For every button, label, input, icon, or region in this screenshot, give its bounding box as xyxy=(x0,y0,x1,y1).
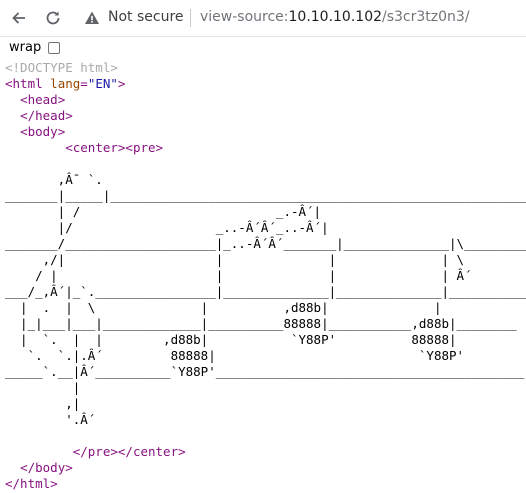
ascii-art-line: ,Â¯ `. xyxy=(5,172,103,187)
html-close-line: </html> xyxy=(5,476,58,491)
ascii-art-line: | . | \ | ,d88b| | xyxy=(5,300,442,315)
ascii-art-line: | `. | | ,d88b| `Y88P' 88888| xyxy=(5,332,457,347)
doctype-line: <!DOCTYPE html> xyxy=(5,60,118,75)
ascii-art: ,Â¯ `. _______|_____|____________________… xyxy=(5,172,526,428)
ascii-art-line: / | | | | Â´ xyxy=(5,268,472,283)
wrap-label: wrap xyxy=(9,40,42,55)
ascii-art-line: ___/_,Â´|_`.________________|___________… xyxy=(5,284,526,299)
url-scheme: view-source: xyxy=(200,9,289,25)
ascii-art-line: ,| xyxy=(5,396,81,411)
body-close-line: </body> xyxy=(20,460,73,475)
ascii-art-line: '.Â´ xyxy=(5,412,96,427)
reload-icon xyxy=(46,11,60,25)
center-pre-open-line: <center><pre> xyxy=(65,140,164,155)
ascii-art-line: `. `.|.Â´ 88888| `Y88P' xyxy=(5,348,465,363)
body-open-line: <body> xyxy=(20,124,66,139)
ascii-art-line: _______/____________________|_..-Â´Â´___… xyxy=(5,236,526,251)
wrap-control: wrap xyxy=(0,37,526,59)
arrow-left-icon xyxy=(12,12,25,24)
back-button[interactable] xyxy=(9,8,29,28)
url-path: /s3cr3tz0n3/ xyxy=(382,9,470,25)
omnibox-divider xyxy=(190,9,191,27)
ascii-art-line: | / _.-Â´| xyxy=(5,204,322,219)
closing-tags: </pre></center> </body> </html> xyxy=(5,444,186,492)
wrap-checkbox[interactable] xyxy=(48,42,60,54)
security-status-label[interactable]: Not secure xyxy=(108,9,184,25)
ascii-art-line: |_|___|___|_____________|__________88888… xyxy=(5,316,517,331)
ascii-art-line: _______|_____|__________________________… xyxy=(5,188,526,203)
ascii-art-line: | xyxy=(5,380,81,395)
ascii-art-line: ,/| | | | \ xyxy=(5,252,465,267)
page-source: <!DOCTYPE html> <html lang="EN"> <head> <… xyxy=(5,60,163,156)
pre-center-close-line: </pre></center> xyxy=(72,444,186,459)
html-open-line: <html lang="EN"> xyxy=(5,76,126,91)
address-bar[interactable]: view-source:10.10.10.102/s3cr3tz0n3/ xyxy=(200,9,470,25)
url-host: 10.10.10.102 xyxy=(288,9,383,25)
head-open-line: <head> xyxy=(20,92,66,107)
ascii-art-line: |/ _..-Â´Â´_..-Â´| xyxy=(5,220,329,235)
browser-toolbar: Not secure view-source:10.10.10.102/s3cr… xyxy=(0,0,526,37)
reload-button[interactable] xyxy=(43,8,63,28)
head-close-line: </head> xyxy=(20,108,73,123)
warning-triangle-icon[interactable] xyxy=(84,10,100,30)
ascii-art-line: _____`.__|Â´__________`Y88P'____________… xyxy=(5,364,525,379)
